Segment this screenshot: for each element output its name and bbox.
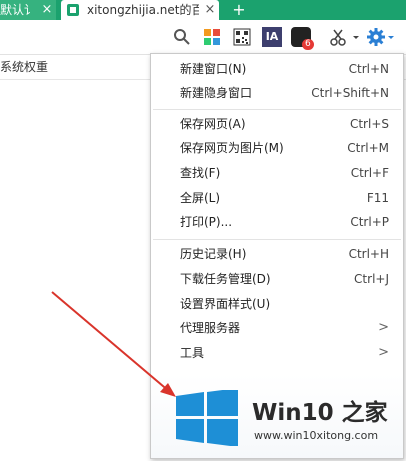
- menu-item-print[interactable]: 打印(P)... Ctrl+P: [151, 210, 403, 234]
- gear-icon[interactable]: [366, 27, 396, 47]
- toolbar: IA 6: [0, 20, 406, 55]
- menu-item-shortcut: Ctrl+Shift+N: [311, 86, 389, 100]
- menu-item-label: 历史记录(H): [180, 247, 247, 261]
- menu-item-shortcut: Ctrl+H: [348, 247, 389, 261]
- chevron-right-icon: >: [378, 320, 389, 335]
- menu-item-download-manager[interactable]: 下载任务管理(D) Ctrl+J: [151, 267, 403, 291]
- menu-item-label: 代理服务器: [180, 321, 241, 335]
- tab-bar: 默认讠 × xitongzhijia.net的百 × +: [0, 0, 406, 21]
- tab-close-icon[interactable]: ×: [40, 0, 54, 20]
- menu-item-save-page-as-image[interactable]: 保存网页为图片(M) Ctrl+M: [151, 136, 403, 160]
- menu-item-label: 打印(P)...: [180, 215, 233, 229]
- menu-item-shortcut: Ctrl+N: [348, 62, 389, 76]
- menu-item-label: 新建窗口(N): [180, 62, 247, 76]
- scissors-icon[interactable]: [328, 27, 348, 47]
- tab-label: xitongzhijia.net的百: [87, 3, 199, 17]
- menu-item-label: 全屏(L): [180, 191, 221, 205]
- menu-item-fullscreen[interactable]: 全屏(L) F11: [151, 186, 403, 210]
- watermark-url: www.win10xitong.com: [254, 429, 379, 442]
- menu-item-label: 工具: [180, 346, 205, 360]
- menu-item-shortcut: Ctrl+P: [350, 215, 389, 229]
- menu-item-shortcut: Ctrl+S: [349, 117, 389, 131]
- menu-item-save-page[interactable]: 保存网页(A) Ctrl+S: [151, 112, 403, 136]
- search-icon[interactable]: [172, 27, 192, 47]
- new-tab-button[interactable]: +: [229, 0, 249, 20]
- watermark-title: Win10 之家: [252, 400, 388, 426]
- qr-code-icon[interactable]: [232, 27, 252, 47]
- menu-item-proxy-server[interactable]: 代理服务器 >: [151, 316, 403, 340]
- menu-item-shortcut: Ctrl+J: [354, 272, 389, 286]
- apps-grid-icon[interactable]: [202, 27, 222, 47]
- tab-favicon-icon: [67, 4, 79, 16]
- menu-item-label: 查找(F): [180, 166, 221, 180]
- menu-separator: [153, 109, 401, 110]
- menu-item-interface-style[interactable]: 设置界面样式(U): [151, 292, 403, 316]
- menu-item-tools[interactable]: 工具 >: [151, 341, 403, 365]
- tab-default[interactable]: 默认讠 ×: [0, 0, 56, 20]
- extension-badge: 6: [302, 39, 314, 50]
- ia-icon[interactable]: IA: [262, 27, 282, 47]
- menu-item-label: 新建隐身窗口: [180, 86, 253, 100]
- menu-item-label: 保存网页(A): [180, 117, 246, 131]
- menu-item-shortcut: Ctrl+F: [350, 166, 389, 180]
- menu-item-new-incognito-window[interactable]: 新建隐身窗口 Ctrl+Shift+N: [151, 81, 403, 105]
- menu-item-label: 下载任务管理(D): [180, 272, 271, 286]
- tab-label: 默认讠: [0, 3, 37, 17]
- subbar-text: 系统权重: [0, 60, 49, 74]
- menu-item-label: 保存网页为图片(M): [180, 141, 284, 155]
- menu-item-shortcut: Ctrl+M: [347, 141, 389, 155]
- chevron-right-icon: >: [378, 345, 389, 360]
- windows-logo-icon: [176, 390, 238, 446]
- menu-item-new-window[interactable]: 新建窗口(N) Ctrl+N: [151, 57, 403, 81]
- tab-close-icon[interactable]: ×: [203, 0, 217, 20]
- menu-item-find[interactable]: 查找(F) Ctrl+F: [151, 161, 403, 185]
- extension-icon[interactable]: 6: [291, 27, 314, 50]
- menu-item-shortcut: F11: [366, 191, 389, 205]
- menu-separator: [153, 239, 401, 240]
- tab-xitongzhijia[interactable]: xitongzhijia.net的百 ×: [61, 0, 219, 21]
- menu-item-label: 设置界面样式(U): [180, 297, 271, 311]
- dropdown-arrow-icon[interactable]: [352, 27, 360, 47]
- menu-item-history[interactable]: 历史记录(H) Ctrl+H: [151, 242, 403, 266]
